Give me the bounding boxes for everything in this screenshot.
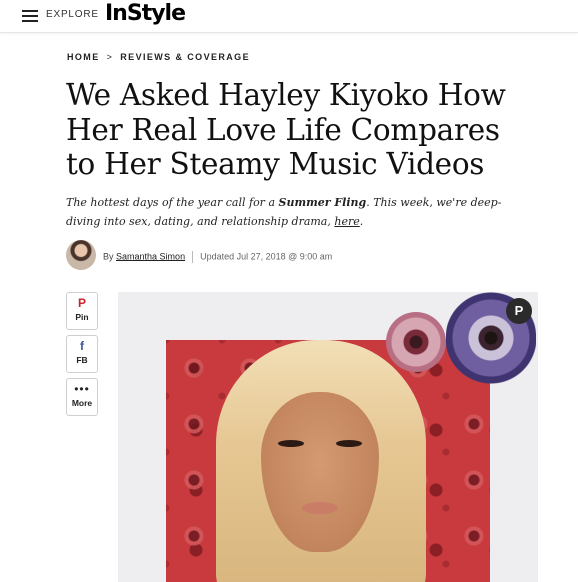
- more-dots-icon: •••: [74, 382, 90, 396]
- facebook-icon: f: [80, 339, 84, 353]
- author-link[interactable]: Samantha Simon: [116, 251, 185, 261]
- hero-eye-left: [278, 440, 304, 447]
- pin-share-label: Pin: [75, 312, 89, 322]
- breadcrumb-home[interactable]: HOME: [67, 52, 100, 62]
- hero-pin-button[interactable]: P: [506, 298, 532, 324]
- fb-share-label: FB: [76, 355, 88, 365]
- author-avatar[interactable]: [66, 240, 96, 270]
- byline-by: By: [103, 251, 114, 262]
- dek-end: .: [359, 215, 364, 228]
- dek-bold: Summer Fling: [278, 196, 367, 209]
- dek-link[interactable]: here: [334, 215, 359, 228]
- hero-photo: [166, 340, 490, 582]
- hero-eye-right: [336, 440, 362, 447]
- updated-date: Updated Jul 27, 2018 @ 9:00 am: [200, 251, 333, 262]
- more-share-button[interactable]: ••• More: [66, 378, 98, 416]
- pinterest-icon: P: [77, 296, 86, 310]
- byline: By Samantha Simon Updated Jul 27, 2018 @ …: [103, 251, 332, 263]
- breadcrumb-section[interactable]: REVIEWS & COVERAGE: [120, 52, 250, 62]
- pin-share-button[interactable]: P Pin: [66, 292, 98, 330]
- more-share-label: More: [71, 398, 93, 408]
- breadcrumb: HOME > REVIEWS & COVERAGE: [67, 52, 250, 62]
- pink-flower-decoration: [386, 312, 446, 372]
- instyle-logo[interactable]: InStyle: [105, 1, 186, 26]
- hero-image: P: [118, 292, 538, 582]
- byline-divider: [192, 251, 194, 263]
- fb-share-button[interactable]: f FB: [66, 335, 98, 373]
- article-dek: The hottest days of the year call for a …: [66, 193, 526, 231]
- dek-text: The hottest days of the year call for a: [66, 196, 279, 209]
- explore-label[interactable]: EXPLORE: [46, 9, 99, 20]
- hero-lips: [302, 502, 338, 514]
- top-nav-bar: EXPLORE InStyle: [0, 0, 578, 33]
- hamburger-menu-icon[interactable]: [22, 10, 38, 22]
- chevron-right-icon: >: [106, 52, 114, 62]
- article-headline: We Asked Hayley Kiyoko How Her Real Love…: [66, 78, 506, 181]
